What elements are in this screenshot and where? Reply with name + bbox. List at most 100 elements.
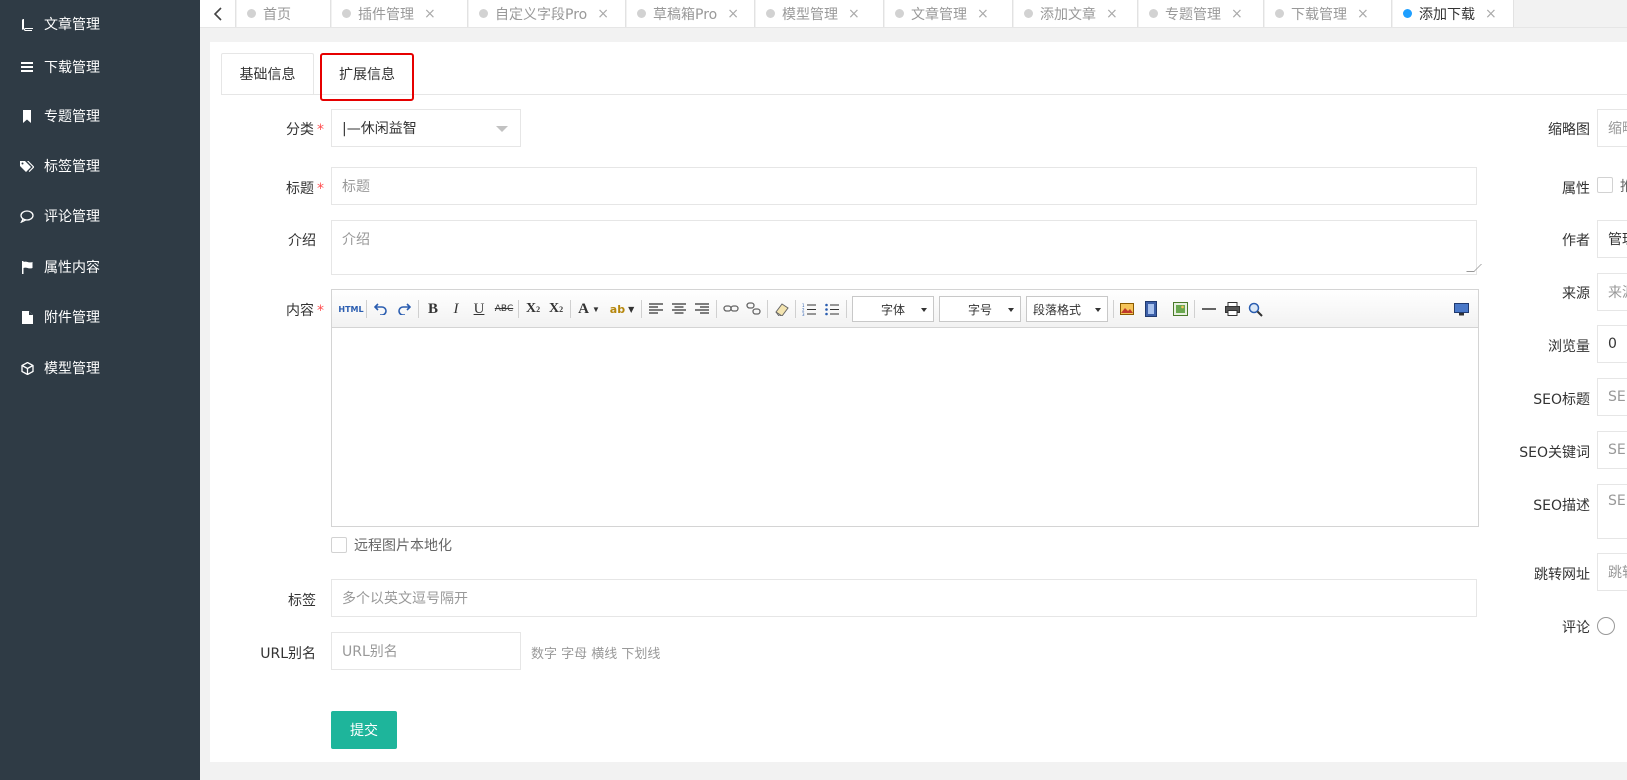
remote-image-checkbox[interactable] (331, 537, 347, 553)
views-input[interactable]: 0 (1597, 325, 1627, 363)
thumbnail-label: 缩略图 (1548, 122, 1590, 138)
tab-dot (342, 9, 351, 18)
tags-input[interactable]: 多个以英文逗号隔开 (331, 579, 1477, 617)
bold-icon[interactable]: B (424, 299, 442, 319)
editor-content-area[interactable] (332, 329, 1478, 526)
seo-desc-placeholder: SE (1608, 493, 1626, 509)
sidebar-item-tags[interactable]: 标签管理 (0, 142, 200, 190)
eraser-icon[interactable] (773, 299, 791, 319)
italic-icon[interactable]: I (447, 299, 465, 319)
comment-radio[interactable] (1597, 617, 1615, 635)
close-icon[interactable]: × (597, 6, 609, 22)
tab-dot (1275, 9, 1284, 18)
sidebar-item-comments[interactable]: 评论管理 (0, 192, 200, 240)
preview-icon[interactable] (1246, 299, 1264, 319)
tab-basic-info[interactable]: 基础信息 (221, 53, 314, 95)
thumbnail-input[interactable]: 缩略 (1597, 109, 1627, 147)
category-select[interactable]: |—休闲益智 (331, 109, 521, 147)
print-icon[interactable] (1223, 299, 1241, 319)
tab-drafts[interactable]: 草稿箱Pro × (627, 0, 755, 27)
video-icon[interactable] (1142, 299, 1160, 319)
tab-add-article[interactable]: 添加文章 × (1014, 0, 1138, 27)
toolbar-separator (518, 300, 519, 318)
close-icon[interactable]: × (424, 6, 436, 22)
align-center-icon[interactable] (670, 299, 688, 319)
unordered-list-icon[interactable] (823, 299, 841, 319)
title-input[interactable]: 标题 (331, 167, 1477, 205)
ordered-list-icon[interactable]: 123 (800, 299, 818, 319)
seo-title-input[interactable]: SE (1597, 378, 1627, 416)
underline-icon[interactable]: U (470, 299, 488, 319)
link-icon[interactable] (722, 299, 740, 319)
close-icon[interactable]: × (1231, 6, 1243, 22)
intro-textarea[interactable]: 介绍 (331, 220, 1482, 275)
author-input[interactable]: 管理 (1597, 220, 1627, 258)
sidebar-item-downloads[interactable]: 下载管理 (0, 43, 200, 91)
toolbar-separator (716, 300, 717, 318)
seo-keywords-input[interactable]: SE (1597, 431, 1627, 469)
author-label: 作者 (1562, 233, 1590, 249)
intro-label: 介绍 (288, 233, 316, 249)
horizontal-rule-icon[interactable] (1200, 299, 1218, 319)
tab-dot (479, 9, 488, 18)
align-left-icon[interactable] (647, 299, 665, 319)
toolbar-separator (767, 300, 768, 318)
sidebar-item-attachments[interactable]: 附件管理 (0, 293, 200, 341)
subtab-divider (221, 94, 1627, 95)
source-label: 来源 (1562, 286, 1590, 302)
close-icon[interactable]: × (977, 6, 989, 22)
html-source-button[interactable]: HTML (338, 299, 363, 319)
subscript-icon[interactable]: X2 (546, 299, 566, 319)
gallery-icon[interactable] (1171, 299, 1189, 319)
tab-home[interactable]: 首页 (237, 0, 331, 27)
tags-icon (20, 159, 34, 173)
tab-topics[interactable]: 专题管理 × (1139, 0, 1264, 27)
required-mark: * (317, 181, 324, 197)
thumbnail-placeholder: 缩略 (1608, 121, 1627, 137)
unlink-icon[interactable] (745, 299, 763, 319)
flag-icon (20, 260, 34, 274)
sidebar-item-attributes[interactable]: 属性内容 (0, 243, 200, 291)
close-icon[interactable]: × (1106, 6, 1118, 22)
tab-dot (1149, 9, 1158, 18)
sidebar-item-topics[interactable]: 专题管理 (0, 92, 200, 140)
tab-downloads[interactable]: 下载管理 × (1265, 0, 1392, 27)
redo-icon[interactable] (395, 299, 413, 319)
tab-plugins[interactable]: 插件管理 × (332, 0, 468, 27)
highlight-color-icon[interactable]: ab ▼ (607, 299, 637, 319)
close-icon[interactable]: × (727, 6, 739, 22)
redirect-input[interactable]: 跳转 (1597, 553, 1627, 591)
submit-button[interactable]: 提交 (331, 711, 397, 749)
paragraph-format-select[interactable]: 段落格式 (1026, 296, 1108, 322)
image-icon[interactable] (1118, 299, 1136, 319)
toolbar-separator (570, 300, 571, 318)
close-icon[interactable]: × (1357, 6, 1369, 22)
font-size-select[interactable]: 字号 (939, 296, 1021, 322)
seo-desc-textarea[interactable]: SE (1597, 484, 1627, 539)
tab-models[interactable]: 模型管理 × (756, 0, 884, 27)
url-alias-input[interactable]: URL别名 (331, 632, 521, 670)
tab-label: 专题管理 (1165, 7, 1221, 23)
attribute-checkbox[interactable] (1597, 177, 1613, 193)
tab-label: 插件管理 (358, 7, 414, 23)
tab-articles[interactable]: 文章管理 × (885, 0, 1013, 27)
fullscreen-icon[interactable] (1452, 299, 1470, 319)
close-icon[interactable]: × (848, 6, 860, 22)
superscript-icon[interactable]: X2 (523, 299, 543, 319)
font-color-icon[interactable]: A ▼ (575, 299, 603, 319)
align-right-icon[interactable] (693, 299, 711, 319)
undo-icon[interactable] (372, 299, 390, 319)
sidebar-item-articles[interactable]: 文章管理 (0, 0, 200, 48)
chevron-left-icon[interactable] (200, 0, 236, 27)
category-label: 分类 * (258, 119, 324, 139)
font-family-select[interactable]: 字体 (852, 296, 934, 322)
strikethrough-icon[interactable]: ABC (493, 299, 515, 319)
tab-custom-fields[interactable]: 自定义字段Pro × (469, 0, 626, 27)
tab-label: 模型管理 (782, 7, 838, 23)
tab-add-download[interactable]: 添加下载 × (1393, 0, 1514, 27)
sidebar-item-models[interactable]: 模型管理 (0, 344, 200, 392)
source-input[interactable]: 来源 (1597, 273, 1627, 311)
bookmark-icon (20, 109, 34, 123)
close-icon[interactable]: × (1485, 6, 1497, 22)
seo-keywords-placeholder: SE (1608, 442, 1626, 458)
